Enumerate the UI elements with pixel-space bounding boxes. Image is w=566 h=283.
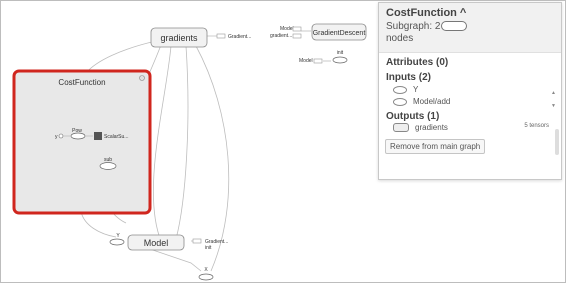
x-label: X [204,267,208,273]
gradients-side-label: Gradient... [228,34,251,40]
init-node[interactable]: init Model [299,50,348,64]
gradient-descent-node[interactable]: Model gradient... GradientDescent [270,23,367,41]
graph-canvas[interactable]: CostFunction Pow y ScalarSu... sub gradi… [0,0,566,283]
model-node[interactable]: Model Gradient... init [127,234,228,251]
panel-scrollbar[interactable] [555,129,559,155]
inputs-scroll-arrows[interactable]: ▲ ▼ [551,87,556,113]
info-panel-header: CostFunction ^ Subgraph: 2 nodes [379,3,561,53]
input-row[interactable]: Y [393,85,418,94]
output-node-icon [393,123,409,132]
model-label: Model [144,238,169,248]
gradients-node[interactable]: gradients Gradient... [150,27,251,48]
x-input-node[interactable]: X [198,267,214,281]
remove-from-main-graph-button[interactable]: Remove from main graph [385,139,486,154]
cost-function-group[interactable]: CostFunction [12,69,152,215]
input-op-icon [393,85,407,94]
sub-label: sub [104,157,112,163]
y-input-node[interactable]: Y [109,233,125,246]
input-name: Y [413,85,419,94]
nodes-word: nodes [386,33,414,44]
gradient-descent-label: GradientDescent [313,30,366,37]
cost-function-label: CostFunction [58,78,105,87]
output-row[interactable]: gradients [393,123,448,132]
panel-title: CostFunction [386,7,457,19]
y-label: Y [116,233,120,239]
node-info-panel: CostFunction ^ Subgraph: 2 nodes Attribu… [378,2,562,180]
collapse-chevron-icon[interactable]: ^ [460,7,466,19]
input-name: Model/add [413,97,451,106]
subgraph-count-pill [440,21,467,32]
gd-gradients-label: gradient... [270,33,292,39]
input-op-icon [393,97,407,106]
outputs-title: Outputs (1) [386,111,440,122]
model-init-label: init [205,245,212,251]
init-label: init [337,50,344,56]
collapse-group-icon[interactable] [139,75,145,81]
attributes-title: Attributes (0) [386,57,449,68]
output-tensor-count: 5 tensors [524,123,549,129]
gd-model-label: Model [280,26,294,32]
input-row[interactable]: Model/add [393,97,450,106]
summary-icon [94,132,102,140]
inputs-title: Inputs (2) [386,72,431,83]
subgraph-label: Subgraph: 2 [386,21,441,32]
output-name: gradients [415,123,448,132]
gradients-label: gradients [160,33,198,43]
scalar-summary-label: ScalarSu... [104,134,128,140]
init-model-label: Model [299,58,313,64]
